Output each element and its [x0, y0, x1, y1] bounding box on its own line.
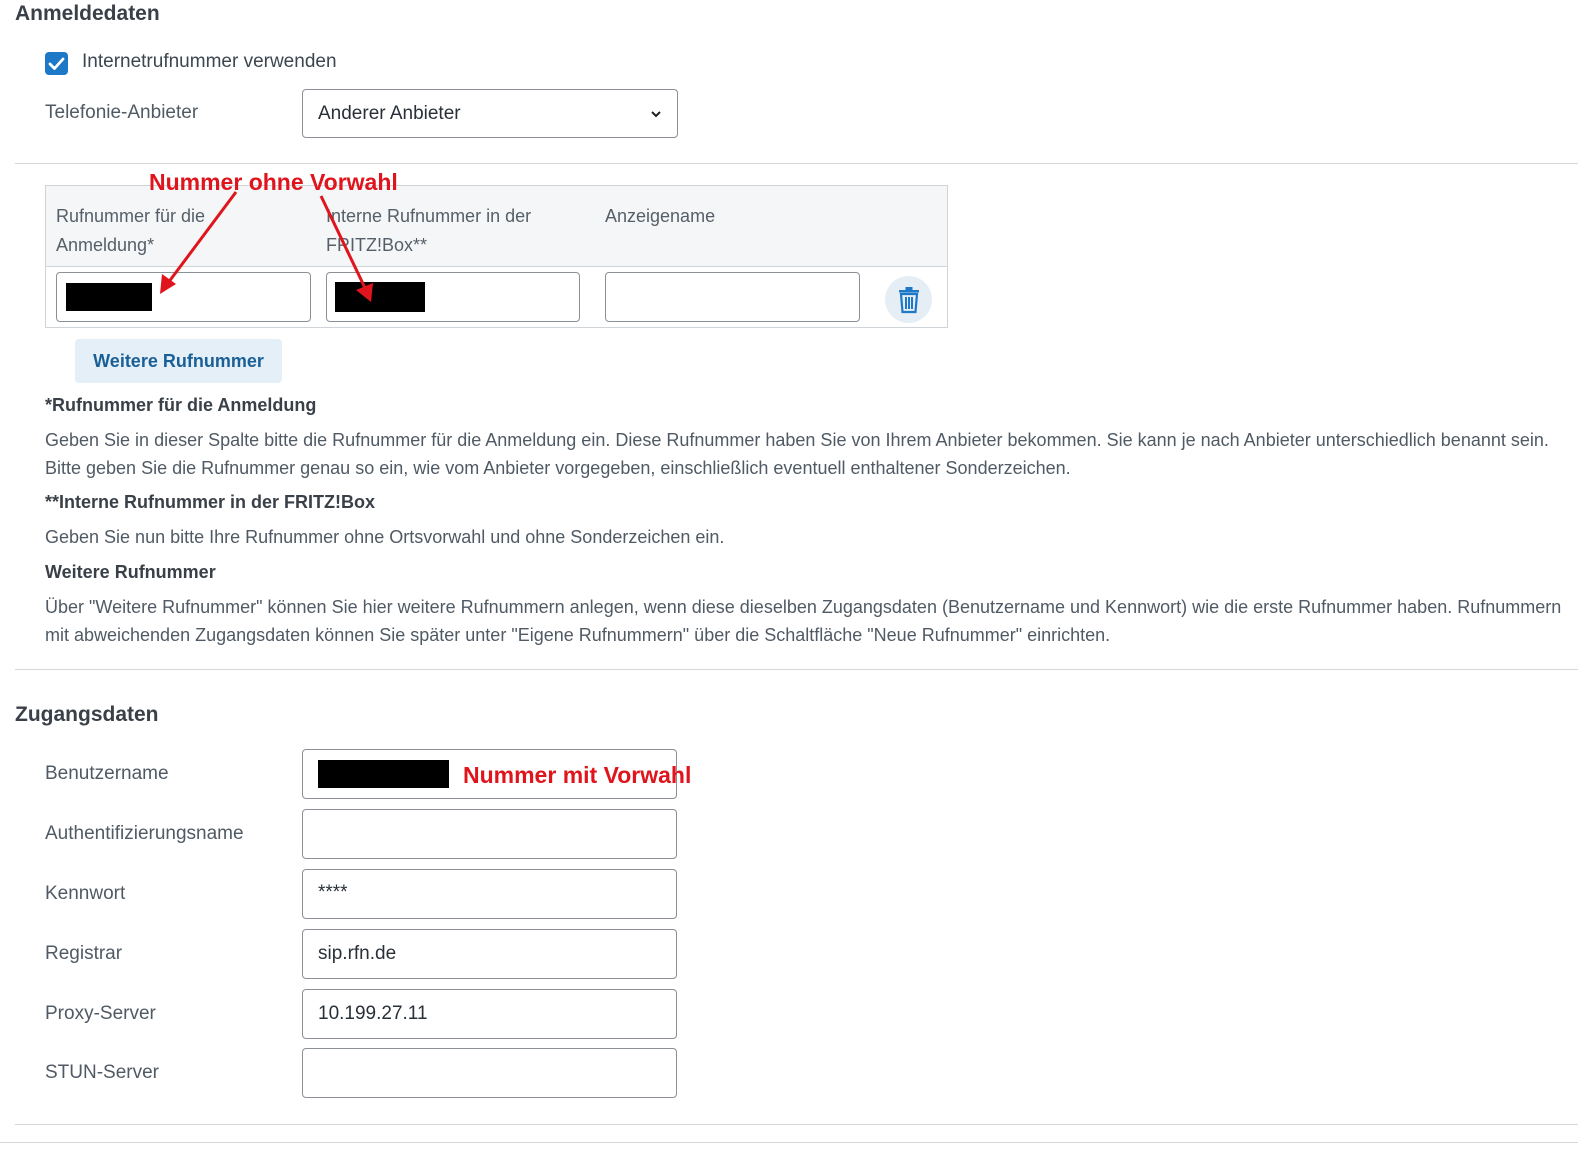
password-value: ****	[318, 882, 348, 903]
registrar-label: Registrar	[45, 943, 123, 964]
note-text-additional-number: Über "Weitere Rufnummer" können Sie hier…	[45, 597, 1562, 645]
auth-name-label: Authentifizierungsname	[45, 823, 244, 844]
stun-server-input[interactable]	[302, 1048, 677, 1098]
registrar-value: sip.rfn.de	[318, 943, 397, 964]
proxy-server-input[interactable]: 10.199.27.11	[302, 989, 677, 1039]
password-label: Kennwort	[45, 883, 126, 904]
auth-name-input[interactable]	[302, 809, 677, 859]
note-text-internal-number: Geben Sie nun bitte Ihre Rufnummer ohne …	[45, 527, 725, 547]
password-input[interactable]: ****	[302, 869, 677, 919]
annotation-with-area-code: Nummer mit Vorwahl	[463, 762, 692, 788]
note-text-login-number: Geben Sie in dieser Spalte bitte die Ruf…	[45, 430, 1549, 478]
section-title-zugangsdaten: Zugangsdaten	[15, 703, 159, 726]
note-heading-additional-number: Weitere Rufnummer	[45, 562, 216, 582]
note-heading-internal-number: **Interne Rufnummer in der FRITZ!Box	[45, 492, 376, 512]
divider	[0, 1142, 1578, 1143]
divider	[15, 1124, 1578, 1125]
note-heading-login-number: *Rufnummer für die Anmeldung	[45, 395, 317, 415]
username-label: Benutzername	[45, 763, 169, 784]
proxy-server-label: Proxy-Server	[45, 1003, 156, 1024]
annotation-arrows	[160, 191, 373, 302]
proxy-server-value: 10.199.27.11	[318, 1003, 428, 1024]
divider	[15, 669, 1578, 670]
registrar-input[interactable]: sip.rfn.de	[302, 929, 677, 979]
redacted-value	[318, 760, 449, 788]
stun-server-label: STUN-Server	[45, 1062, 160, 1083]
